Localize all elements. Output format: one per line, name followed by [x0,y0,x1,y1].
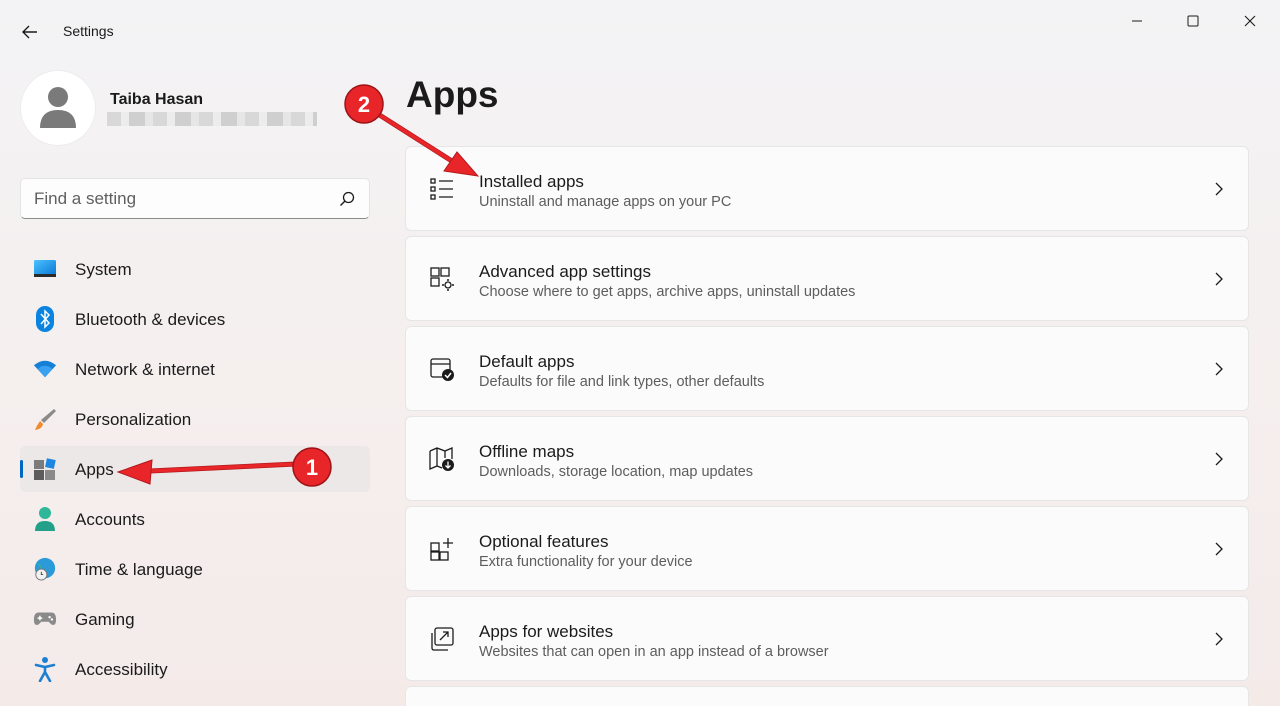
sidebar-item-label: Personalization [75,410,192,429]
brush-icon [33,407,57,431]
card-title: Default apps [479,352,575,371]
user-email-redacted [107,112,317,126]
card-subtitle: Extra functionality for your device [479,554,693,570]
default-apps-icon [428,355,456,383]
accounts-icon [33,507,57,531]
close-icon [1244,15,1256,27]
maximize-button[interactable] [1170,8,1216,34]
offline-map-icon [428,445,456,473]
card-optional-features[interactable]: Optional features Extra functionality fo… [405,506,1249,591]
card-title: Advanced app settings [479,262,652,281]
avatar [20,70,96,146]
page-title: Apps [406,74,499,115]
card-subtitle: Choose where to get apps, archive apps, … [479,284,856,300]
chevron-right-icon [1212,180,1226,198]
app-settings-icon [428,265,456,293]
sidebar-item-network[interactable]: Network & internet [20,346,370,392]
globe-clock-icon [33,557,57,581]
sidebar-item-time-language[interactable]: Time & language [20,546,370,592]
minimize-icon [1132,20,1142,22]
card-offline-maps[interactable]: Offline maps Downloads, storage location… [405,416,1249,501]
sidebar-item-gaming[interactable]: Gaming [20,596,370,642]
chevron-right-icon [1212,450,1226,468]
chevron-right-icon [1212,630,1226,648]
user-profile[interactable]: Taiba Hasan [20,70,360,148]
card-title: Offline maps [479,442,575,461]
card-installed-apps[interactable]: Installed apps Uninstall and manage apps… [405,146,1249,231]
app-title: Settings [63,23,114,39]
card-subtitle: Defaults for file and link types, other … [479,374,765,390]
card-advanced-app-settings[interactable]: Advanced app settings Choose where to ge… [405,236,1249,321]
selection-indicator [20,460,23,478]
user-name: Taiba Hasan [110,91,204,108]
sidebar-nav: System Bluetooth & devices Network & int… [20,246,370,696]
maximize-icon [1187,15,1199,27]
wifi-icon [33,357,57,381]
card-default-apps[interactable]: Default apps Defaults for file and link … [405,326,1249,411]
sidebar-item-system[interactable]: System [20,246,370,292]
person-icon [40,87,76,128]
search-input[interactable] [34,179,334,218]
chevron-right-icon [1212,360,1226,378]
back-arrow-icon [22,25,37,39]
gamepad-icon [33,607,57,631]
settings-card-list: Installed apps Uninstall and manage apps… [405,146,1249,706]
sidebar-item-label: Accessibility [75,660,168,679]
list-icon [428,175,456,203]
sidebar-item-label: System [75,260,132,279]
search-box[interactable] [20,178,370,219]
card-subtitle: Uninstall and manage apps on your PC [479,194,732,210]
sidebar-item-bluetooth[interactable]: Bluetooth & devices [20,296,370,342]
chevron-right-icon [1212,540,1226,558]
card-partial-next[interactable] [405,686,1249,706]
card-title: Apps for websites [479,622,614,641]
back-button[interactable] [18,20,42,44]
card-subtitle: Websites that can open in an app instead… [479,644,829,660]
sidebar-item-label: Gaming [75,610,135,629]
sidebar-item-label: Bluetooth & devices [75,310,226,329]
open-in-app-icon [428,625,456,653]
sidebar-item-label: Accounts [75,510,145,529]
card-title: Optional features [479,532,609,551]
add-feature-icon [428,535,456,563]
sidebar-item-label: Apps [75,460,114,479]
sidebar-item-personalization[interactable]: Personalization [20,396,370,442]
sidebar-item-accounts[interactable]: Accounts [20,496,370,542]
card-title: Installed apps [479,172,584,191]
chevron-right-icon [1212,270,1226,288]
card-apps-for-websites[interactable]: Apps for websites Websites that can open… [405,596,1249,681]
search-icon[interactable] [339,191,355,207]
card-subtitle: Downloads, storage location, map updates [479,464,754,480]
minimize-button[interactable] [1114,8,1160,34]
sidebar-item-apps[interactable]: Apps [20,446,370,492]
apps-icon [33,457,57,481]
sidebar-item-accessibility[interactable]: Accessibility [20,646,370,692]
sidebar-item-label: Time & language [75,560,203,579]
sidebar-item-label: Network & internet [75,360,215,379]
system-icon [33,257,57,281]
bluetooth-icon [33,306,57,332]
accessibility-icon [33,657,57,682]
close-button[interactable] [1227,8,1273,34]
title-bar: Settings [0,0,1280,62]
